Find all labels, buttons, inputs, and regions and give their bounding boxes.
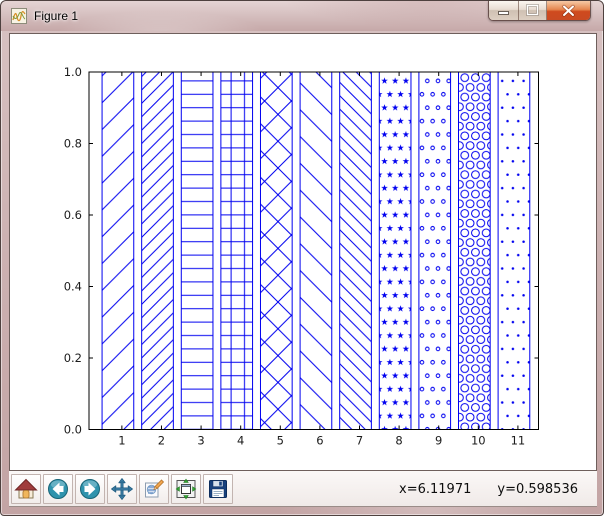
bar-9 bbox=[418, 71, 452, 430]
x-tick-label: 1 bbox=[118, 433, 125, 447]
subplots-icon bbox=[175, 478, 197, 499]
forward-button[interactable] bbox=[75, 473, 105, 504]
bar-10 bbox=[458, 71, 491, 430]
titlebar[interactable]: Figure 1 bbox=[1, 1, 603, 31]
minimize-button[interactable] bbox=[489, 1, 519, 20]
configure-subplots-button[interactable] bbox=[171, 473, 201, 504]
bar-6 bbox=[299, 71, 333, 430]
cursor-position-readout: x=6.11971 y=0.598536 bbox=[399, 471, 578, 507]
home-button[interactable] bbox=[11, 473, 41, 504]
x-tick-label: 2 bbox=[158, 433, 165, 447]
y-tick-label: 0.0 bbox=[64, 423, 82, 437]
cursor-y-readout: y=0.598536 bbox=[497, 481, 578, 497]
maximize-icon bbox=[526, 4, 539, 16]
y-tick-label: 0.2 bbox=[64, 351, 82, 365]
cursor-x-readout: x=6.11971 bbox=[399, 481, 472, 497]
y-tick-label: 0.8 bbox=[64, 137, 82, 151]
caption-buttons bbox=[488, 1, 591, 21]
plot-area: 1 2 3 4 5 6 7 8 9 10 11 0.0 0.2 0.4 0.6 0.8 1.0 bbox=[64, 65, 539, 447]
bar-5 bbox=[259, 71, 293, 430]
x-tick-label: 5 bbox=[277, 433, 284, 447]
maximize-button[interactable] bbox=[519, 1, 547, 20]
figure-canvas[interactable]: 1 2 3 4 5 6 7 8 9 10 11 0.0 0.2 0.4 0.6 0.8 1.0 bbox=[9, 33, 597, 471]
save-floppy-icon bbox=[209, 479, 227, 498]
x-tick-label: 9 bbox=[435, 433, 442, 447]
forward-arrow-icon bbox=[80, 478, 100, 499]
bar-8 bbox=[378, 71, 412, 430]
bar-11 bbox=[497, 71, 531, 430]
y-tick-label: 0.4 bbox=[64, 280, 82, 294]
back-button[interactable] bbox=[43, 473, 73, 504]
x-tick-label: 3 bbox=[197, 433, 204, 447]
bars-group bbox=[101, 71, 531, 430]
bar-7 bbox=[339, 71, 372, 430]
zoom-to-rect-button[interactable] bbox=[139, 473, 169, 504]
matplotlib-app-icon bbox=[11, 8, 27, 24]
x-tick-label: 11 bbox=[511, 433, 526, 447]
x-tick-label: 10 bbox=[471, 433, 486, 447]
home-icon bbox=[14, 478, 38, 498]
x-tick-label: 8 bbox=[395, 433, 402, 447]
y-tick-label: 1.0 bbox=[64, 65, 82, 79]
pan-button[interactable] bbox=[107, 473, 137, 504]
x-tick-label: 4 bbox=[237, 433, 244, 447]
back-arrow-icon bbox=[48, 478, 68, 499]
bar-3 bbox=[180, 71, 214, 430]
bar-4 bbox=[220, 71, 254, 430]
close-icon bbox=[562, 4, 575, 17]
bar-2 bbox=[141, 71, 174, 430]
minimize-icon bbox=[498, 11, 509, 15]
navigation-toolbar: x=6.11971 y=0.598536 bbox=[9, 471, 597, 507]
pan-arrows-icon bbox=[111, 477, 133, 500]
figure-window: Figure 1 1 2 3 4 5 6 7 8 9 10 11 0.0 0.2… bbox=[0, 0, 604, 516]
x-tick-label: 6 bbox=[316, 433, 323, 447]
close-button[interactable] bbox=[547, 1, 590, 20]
zoom-rect-icon bbox=[145, 478, 165, 497]
bar-1 bbox=[101, 71, 135, 430]
window-title: Figure 1 bbox=[34, 9, 79, 23]
y-tick-label: 0.6 bbox=[64, 208, 82, 222]
x-tick-label: 7 bbox=[356, 433, 363, 447]
save-button[interactable] bbox=[203, 473, 233, 504]
